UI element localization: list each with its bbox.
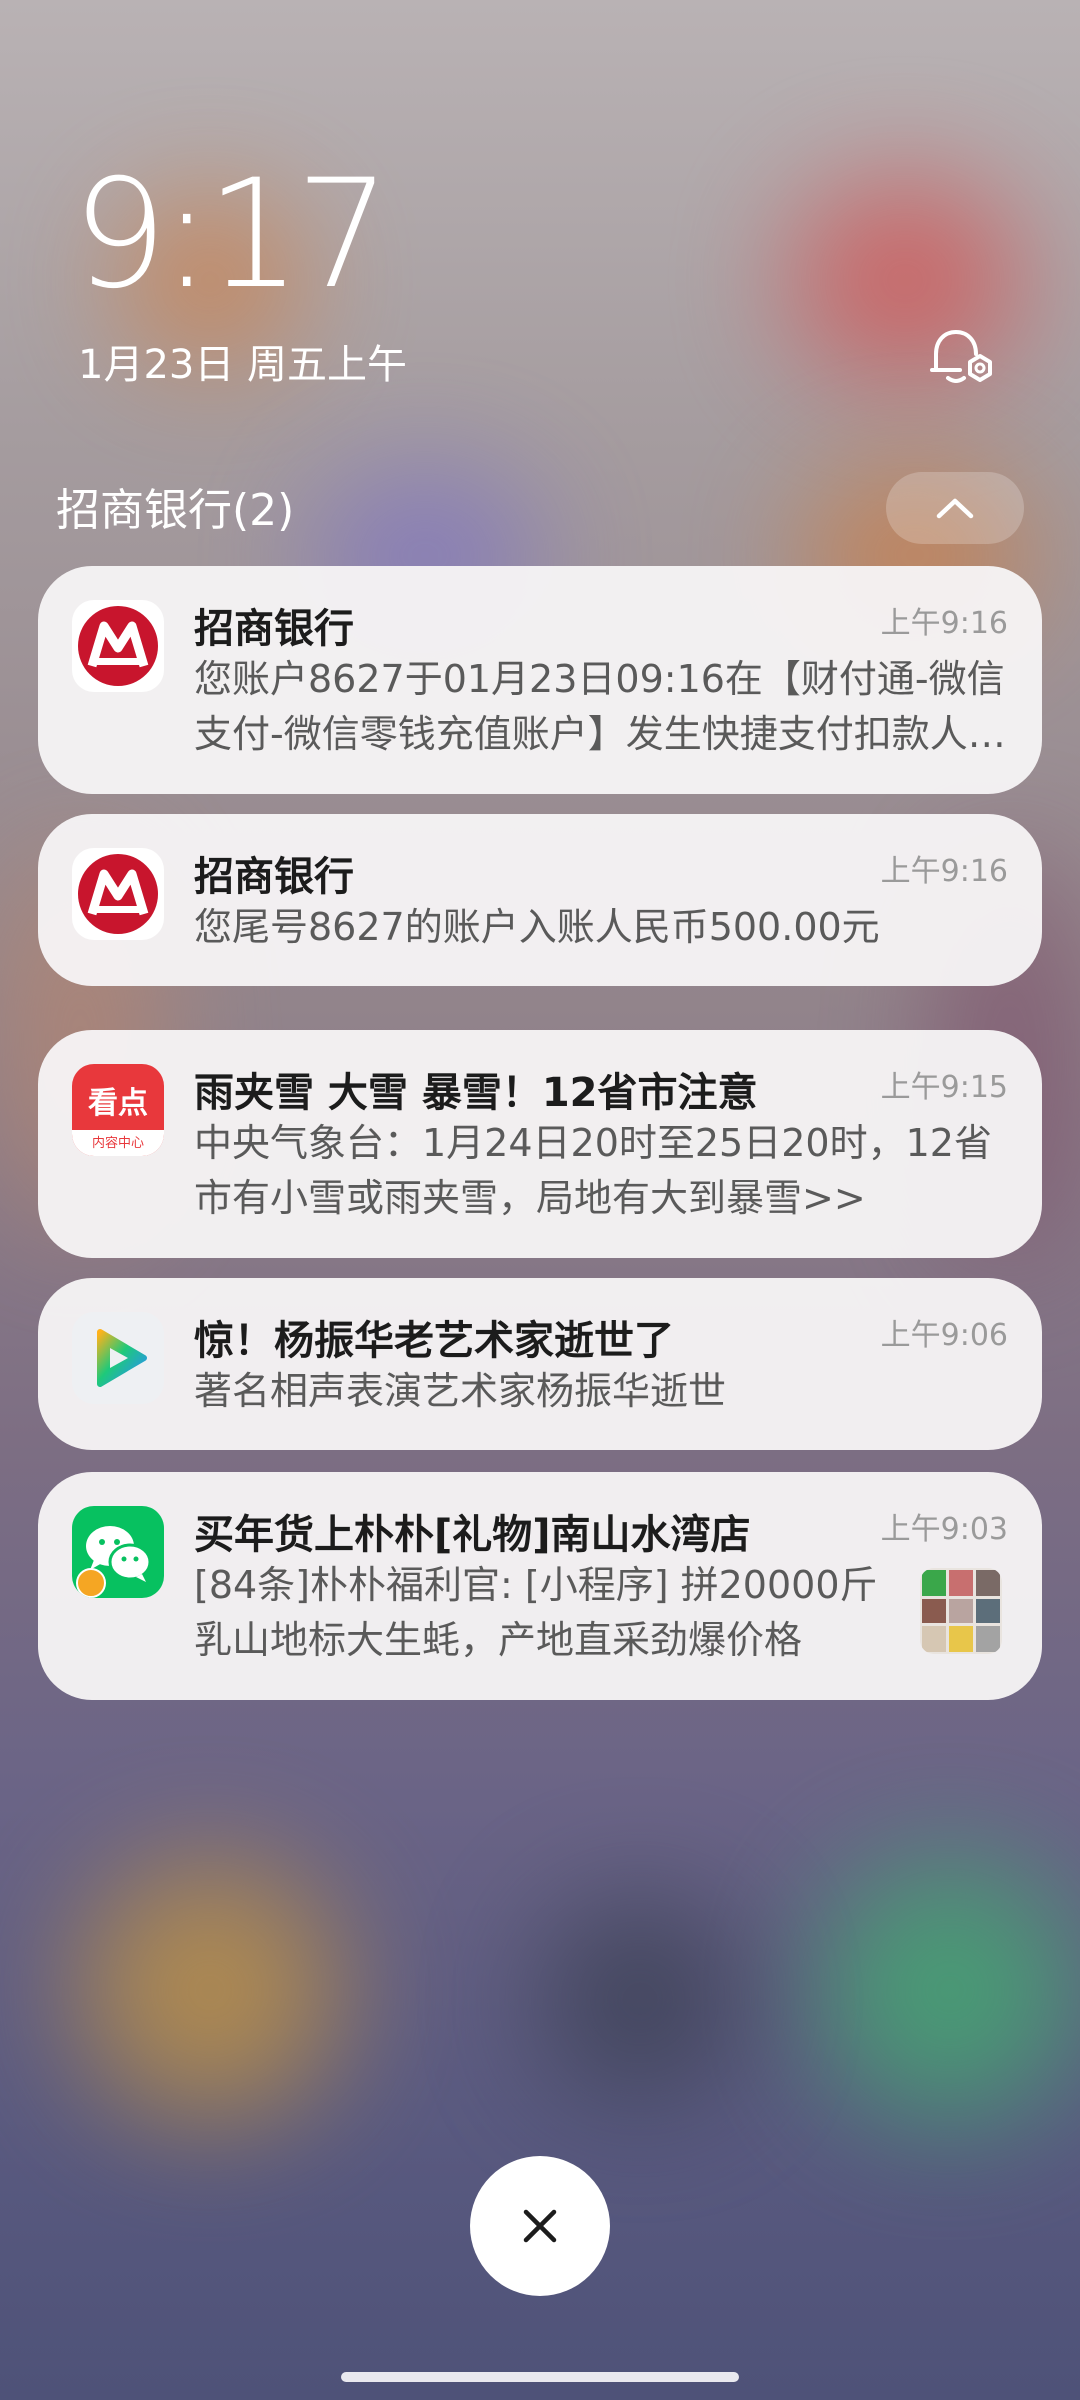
notification-time: 上午9:03 xyxy=(880,1512,1008,1547)
notification-body: 中央气象台：1月24日20时至25日20时，12省市有小雪或雨夹雪，局地有大到暴… xyxy=(194,1121,992,1220)
notification-card-video[interactable]: 惊！杨振华老艺术家逝世了 上午9:06 著名相声表演艺术家杨振华逝世 xyxy=(38,1278,1042,1450)
wechat-icon xyxy=(72,1506,164,1598)
chevron-up-icon xyxy=(936,498,974,519)
cmb-bank-icon xyxy=(72,600,164,692)
notification-time: 上午9:06 xyxy=(880,1318,1008,1353)
notification-settings-icon[interactable] xyxy=(928,326,998,388)
home-gesture-bar[interactable] xyxy=(341,2372,739,2382)
notification-title: 惊！杨振华老艺术家逝世了 xyxy=(194,1318,674,1364)
kandian-icon: 看点 内容中心 xyxy=(72,1064,164,1156)
kandian-icon-sublabel: 内容中心 xyxy=(91,1136,144,1151)
notification-title: 招商银行 xyxy=(194,606,354,652)
lockscreen-date: 1月23日 周五上午 xyxy=(78,342,408,388)
notification-title: 招商银行 xyxy=(194,854,354,900)
close-icon xyxy=(523,2209,557,2243)
notification-title: 买年货上朴朴[礼物]南山水湾店 xyxy=(194,1512,751,1558)
notification-body: 您账户8627于01月23日09:16在【财付通-微信支付-微信零钱充值账户】发… xyxy=(194,657,1006,756)
wallpaper-blob xyxy=(80,1860,340,2120)
cmb-bank-icon xyxy=(72,848,164,940)
collapse-group-button[interactable] xyxy=(886,472,1024,544)
notification-body: [84条]朴朴福利官: [小程序] 拼20000斤乳山地标大生蚝，产地直采劲爆价… xyxy=(194,1563,878,1662)
wallpaper-blob xyxy=(820,1860,1080,2120)
wallpaper-blob xyxy=(540,1900,740,2100)
mini-program-badge-icon xyxy=(76,1568,106,1598)
notification-title: 雨夹雪 大雪 暴雪！12省市注意 xyxy=(194,1070,758,1116)
notification-body: 您尾号8627的账户入账人民币500.00元 xyxy=(194,905,880,949)
notification-card-wechat[interactable]: 买年货上朴朴[礼物]南山水湾店 上午9:03 [84条]朴朴福利官: [小程序]… xyxy=(38,1472,1042,1700)
clear-all-notifications-button[interactable] xyxy=(470,2156,610,2296)
video-play-icon xyxy=(72,1312,164,1404)
notification-card-news[interactable]: 看点 内容中心 雨夹雪 大雪 暴雪！12省市注意 上午9:15 中央气象台：1月… xyxy=(38,1030,1042,1258)
lockscreen-clock: 9:17 xyxy=(72,148,391,322)
notification-body: 著名相声表演艺术家杨振华逝世 xyxy=(194,1369,727,1413)
notification-time: 上午9:15 xyxy=(880,1070,1008,1105)
notification-card-cmb-2[interactable]: 招商银行 上午9:16 您尾号8627的账户入账人民币500.00元 xyxy=(38,814,1042,986)
notification-group-title: 招商银行(2) xyxy=(56,485,295,536)
kandian-icon-label: 看点 xyxy=(88,1086,148,1121)
notification-card-cmb-1[interactable]: 招商银行 上午9:16 您账户8627于01月23日09:16在【财付通-微信支… xyxy=(38,566,1042,794)
notification-time: 上午9:16 xyxy=(880,606,1008,641)
notification-time: 上午9:16 xyxy=(880,854,1008,889)
message-thumbnail xyxy=(920,1568,1002,1654)
